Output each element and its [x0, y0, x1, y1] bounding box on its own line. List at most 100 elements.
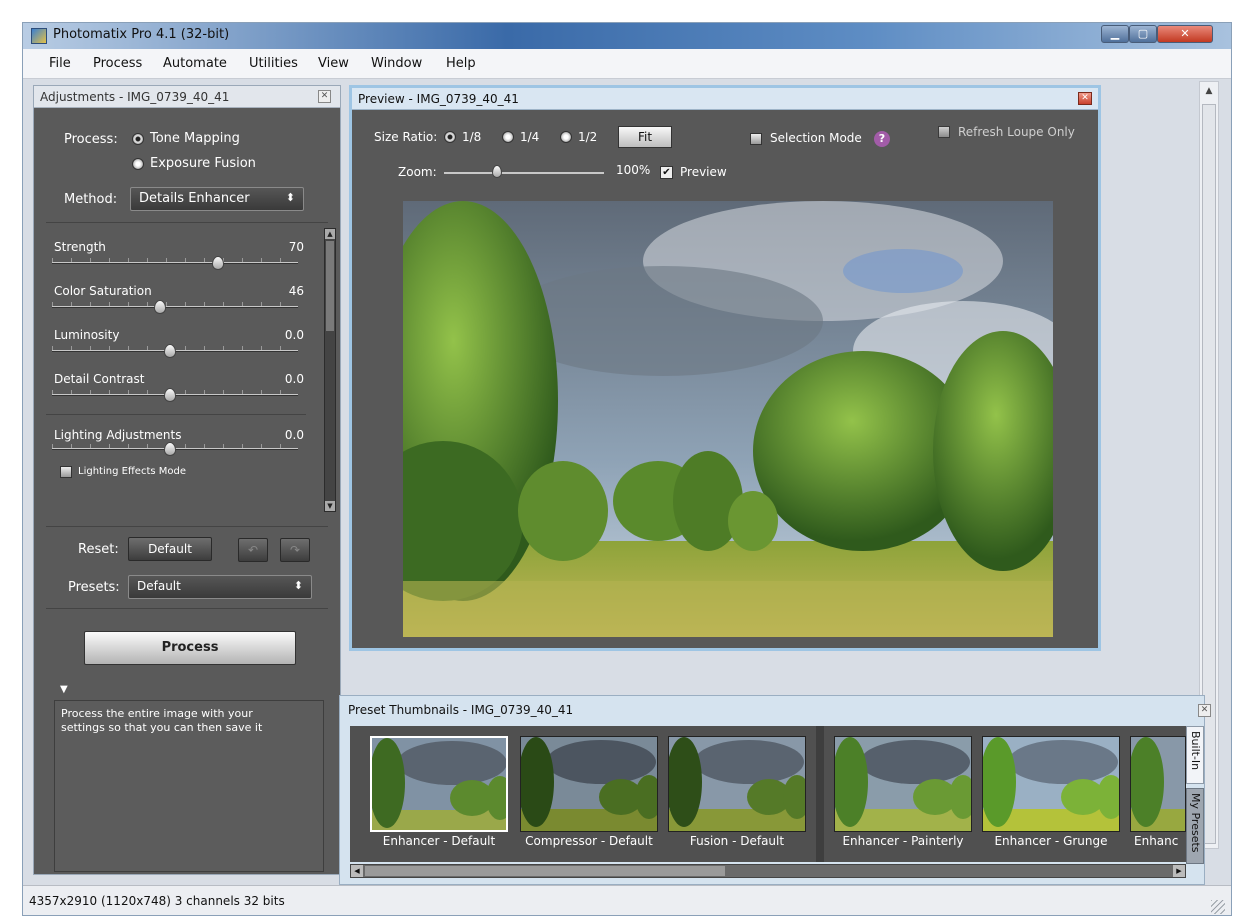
- divider: [46, 414, 306, 415]
- adjustments-title: Adjustments - IMG_0739_40_41: [40, 90, 230, 104]
- hint-text: Process the entire image with your setti…: [61, 707, 263, 734]
- scroll-down-icon[interactable]: ▼: [325, 501, 335, 511]
- refresh-loupe-checkbox[interactable]: [938, 126, 950, 138]
- scroll-left-icon[interactable]: ◀: [351, 865, 363, 877]
- divider: [46, 222, 328, 223]
- divider: [46, 526, 328, 527]
- thumbnail-compressor-default[interactable]: [520, 736, 658, 832]
- panel-close-icon[interactable]: ✕: [1198, 704, 1211, 717]
- thumbnail-label: Fusion - Default: [689, 834, 785, 848]
- tab-built-in[interactable]: Built-In: [1186, 726, 1204, 784]
- thumbnail-label: Compressor - Default: [525, 834, 653, 848]
- preview-title: Preview - IMG_0739_40_41: [358, 92, 519, 106]
- window-title: Photomatix Pro 4.1 (32-bit): [53, 27, 230, 42]
- tone-mapping-label: Tone Mapping: [150, 131, 240, 146]
- sliders-scrollbar[interactable]: ▲ ▼: [324, 228, 336, 512]
- ratio-1-4-label: 1/4: [520, 130, 540, 144]
- zoom-track: [444, 172, 604, 174]
- hint-box: Process the entire image with your setti…: [54, 700, 324, 872]
- presets-select[interactable]: Default ⬍: [128, 575, 312, 599]
- app-icon: [31, 28, 47, 44]
- app-window: Photomatix Pro 4.1 (32-bit) ▁ ▢ ✕ File P…: [22, 22, 1232, 916]
- thumbnail-enhancer-partial[interactable]: [1130, 736, 1186, 832]
- thumbnail-fusion-default[interactable]: [668, 736, 806, 832]
- divider: [46, 608, 328, 609]
- scroll-right-icon[interactable]: ▶: [1173, 865, 1185, 877]
- maximize-button[interactable]: ▢: [1129, 25, 1157, 43]
- thumbnail-enhancer-painterly[interactable]: [834, 736, 972, 832]
- menu-window[interactable]: Window: [371, 56, 422, 71]
- scroll-thumb[interactable]: [365, 866, 725, 876]
- divider: [816, 726, 824, 862]
- slider-value-lighting-adjustments: 0.0: [284, 428, 304, 442]
- radio-exposure-fusion[interactable]: [132, 158, 144, 170]
- menu-file[interactable]: File: [49, 56, 71, 71]
- slider-knob-detail-contrast[interactable]: [164, 388, 176, 402]
- thumbnails-title: Preset Thumbnails - IMG_0739_40_41: [348, 703, 574, 717]
- preview-image[interactable]: [403, 201, 1053, 637]
- tab-my-presets[interactable]: My Presets: [1186, 788, 1204, 864]
- undo-icon[interactable]: ↶: [238, 538, 268, 562]
- radio-ratio-1-8[interactable]: [444, 131, 456, 143]
- slider-ticks: [52, 258, 298, 262]
- zoom-label: Zoom:: [398, 165, 437, 179]
- scroll-up-icon[interactable]: ▲: [325, 229, 335, 239]
- menu-process[interactable]: Process: [93, 56, 142, 71]
- fit-button[interactable]: Fit: [618, 126, 672, 148]
- method-label: Method:: [64, 192, 118, 207]
- status-bar: 4357x2910 (1120x748) 3 channels 32 bits: [23, 885, 1231, 915]
- thumbnail-enhancer-grunge[interactable]: [982, 736, 1120, 832]
- help-icon[interactable]: ?: [874, 131, 890, 147]
- preview-checkbox[interactable]: ✔: [660, 166, 673, 179]
- menu-help[interactable]: Help: [446, 56, 476, 71]
- adjustments-panel: Adjustments - IMG_0739_40_41 ✕ Process: …: [33, 85, 341, 875]
- minimize-button[interactable]: ▁: [1101, 25, 1129, 43]
- scroll-thumb[interactable]: [326, 241, 334, 331]
- slider-label-luminosity: Luminosity: [54, 328, 120, 342]
- slider-value-color-saturation: 46: [288, 284, 304, 298]
- lighting-effects-checkbox[interactable]: [60, 466, 72, 478]
- thumbnail-label: Enhanc: [1134, 834, 1179, 848]
- thumbnails-scrollbar[interactable]: ◀ ▶: [350, 864, 1186, 878]
- slider-knob-lighting-adjustments[interactable]: [164, 442, 176, 456]
- radio-tone-mapping[interactable]: [132, 133, 144, 145]
- menu-automate[interactable]: Automate: [163, 56, 227, 71]
- reset-default-button[interactable]: Default: [128, 537, 212, 561]
- slider-knob-color-saturation[interactable]: [154, 300, 166, 314]
- slider-knob-luminosity[interactable]: [164, 344, 176, 358]
- menu-utilities[interactable]: Utilities: [249, 56, 298, 71]
- slider-value-luminosity: 0.0: [284, 328, 304, 342]
- slider-label-detail-contrast: Detail Contrast: [54, 372, 145, 386]
- menu-view[interactable]: View: [318, 56, 349, 71]
- radio-ratio-1-2[interactable]: [560, 131, 572, 143]
- preview-checkbox-label: Preview: [680, 165, 727, 179]
- exposure-fusion-label: Exposure Fusion: [150, 156, 256, 171]
- redo-icon[interactable]: ↷: [280, 538, 310, 562]
- thumbnail-enhancer-default[interactable]: [370, 736, 508, 832]
- slider-knob-strength[interactable]: [212, 256, 224, 270]
- close-window-button[interactable]: ✕: [1157, 25, 1213, 43]
- panel-close-icon[interactable]: ✕: [318, 90, 331, 103]
- lighting-effects-label: Lighting Effects Mode: [78, 466, 187, 477]
- zoom-knob[interactable]: [492, 165, 502, 178]
- process-label: Process:: [64, 132, 118, 147]
- slider-ticks: [52, 302, 298, 306]
- slider-value-detail-contrast: 0.0: [284, 372, 304, 386]
- tab-my-presets-label: My Presets: [1189, 793, 1202, 853]
- selection-mode-checkbox[interactable]: [750, 133, 762, 145]
- collapse-arrow-icon[interactable]: ▼: [60, 684, 68, 695]
- title-bar[interactable]: Photomatix Pro 4.1 (32-bit) ▁ ▢ ✕: [23, 23, 1231, 49]
- resize-grip-icon[interactable]: [1211, 900, 1225, 914]
- thumbnails-strip: Enhancer - Default Compressor - Default …: [350, 726, 1186, 862]
- presets-value: Default: [137, 579, 181, 593]
- preview-close-icon[interactable]: ✕: [1078, 92, 1092, 105]
- scroll-up-icon[interactable]: ▲: [1200, 82, 1218, 100]
- method-select[interactable]: Details Enhancer ⬍: [130, 187, 304, 211]
- adjustments-header: Adjustments - IMG_0739_40_41 ✕: [34, 86, 340, 108]
- radio-ratio-1-4[interactable]: [502, 131, 514, 143]
- slider-track-color-saturation: [52, 306, 298, 308]
- ratio-1-2-label: 1/2: [578, 130, 598, 144]
- ratio-1-8-label: 1/8: [462, 130, 482, 144]
- tab-built-in-label: Built-In: [1189, 731, 1202, 771]
- process-button[interactable]: Process: [84, 631, 296, 665]
